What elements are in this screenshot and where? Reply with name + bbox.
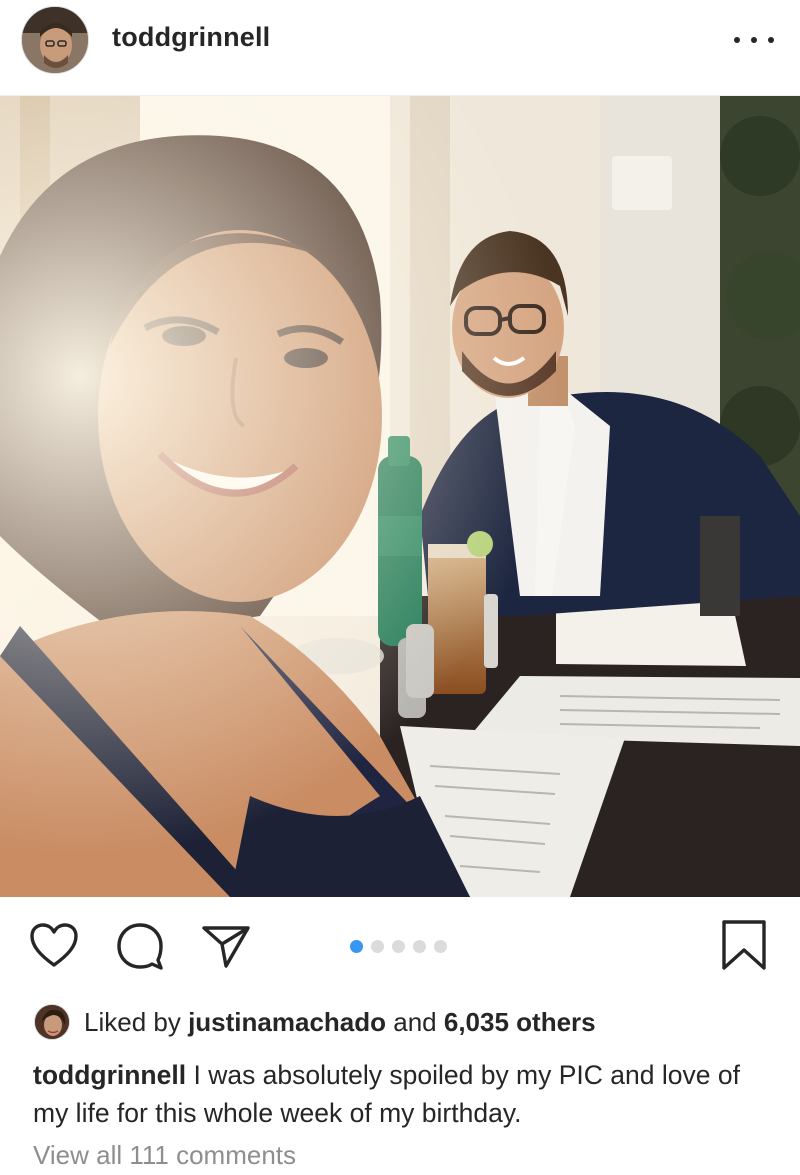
likes-count[interactable]: 6,035 others [444, 1007, 596, 1038]
post-photo[interactable] [0, 96, 800, 897]
heart-icon[interactable] [28, 920, 80, 972]
post-caption: toddgrinnell I was absolutely spoiled by… [33, 1056, 773, 1132]
profile-avatar[interactable] [21, 6, 89, 74]
bookmark-icon[interactable] [718, 920, 770, 972]
more-horizontal-icon[interactable] [734, 22, 774, 58]
likes-and: and [393, 1006, 437, 1037]
carousel-dot [392, 940, 405, 953]
carousel-dot [413, 940, 426, 953]
view-all-comments-link[interactable]: View all 111 comments [33, 1140, 296, 1171]
comment-icon[interactable] [114, 920, 166, 972]
likes-summary[interactable]: Liked by justinamachado and 6,035 others [34, 1002, 596, 1042]
liker-username[interactable]: justinamachado [188, 1007, 386, 1038]
carousel-indicator [350, 940, 447, 953]
likes-prefix: Liked by [84, 1006, 181, 1037]
liker-avatar [34, 1004, 70, 1040]
caption-username[interactable]: toddgrinnell [33, 1060, 186, 1090]
post-username[interactable]: toddgrinnell [112, 22, 270, 53]
carousel-dot [434, 940, 447, 953]
send-icon[interactable] [200, 920, 252, 972]
post-header: toddgrinnell [0, 0, 800, 96]
carousel-dot [371, 940, 384, 953]
carousel-dot-active [350, 940, 363, 953]
